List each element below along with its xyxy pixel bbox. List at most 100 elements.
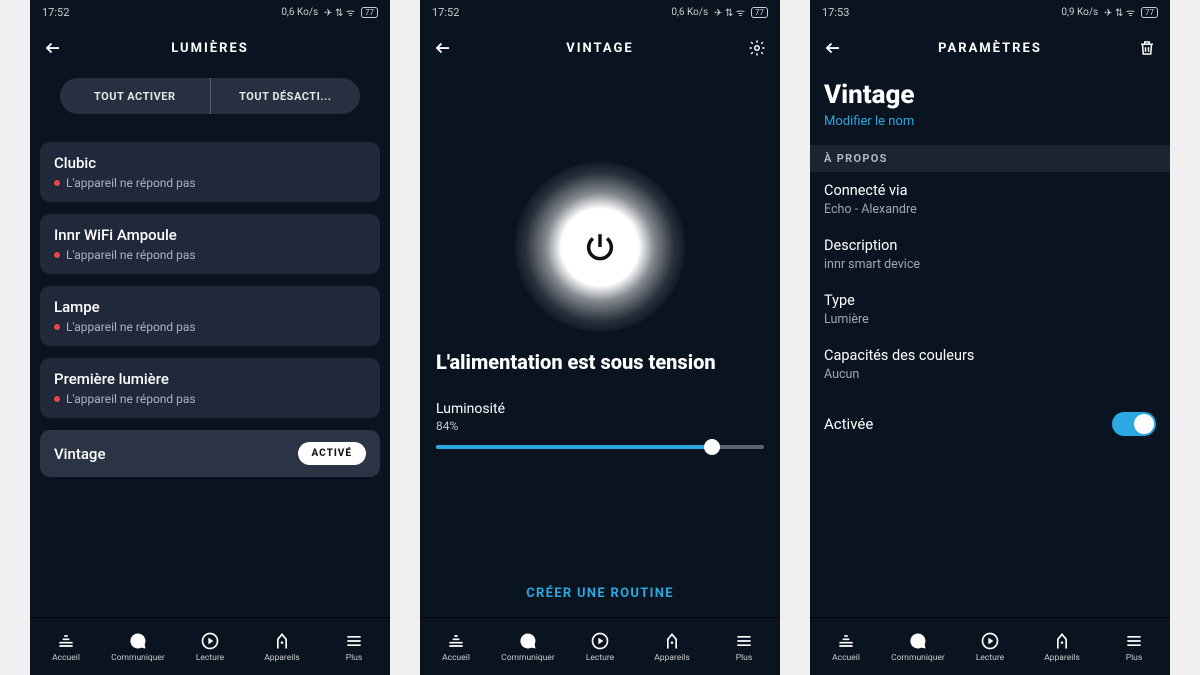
screen-device-control: 17:52 0,6 Ko/s ✈ ⇅ ᯤ 77 VINTAGE L'alimen…: [420, 0, 780, 675]
about-row: Capacités des couleurs Aucun: [810, 337, 1170, 392]
device-status: L'appareil ne répond pas: [66, 248, 196, 262]
status-rate: 0,9 Ko/s: [1061, 7, 1098, 18]
nav-home[interactable]: Accueil: [30, 618, 102, 675]
bottom-nav: Accueil Communiquer Lecture Appareils Pl…: [420, 617, 780, 675]
brightness-slider[interactable]: [436, 445, 764, 449]
device-status: L'appareil ne répond pas: [66, 392, 196, 406]
about-header: À PROPOS: [810, 145, 1170, 172]
device-name: Première lumière: [54, 370, 196, 388]
row-value: Echo - Alexandre: [824, 202, 1156, 217]
bottom-nav: Accueil Communiquer Lecture Appareils Pl…: [810, 617, 1170, 675]
device-card[interactable]: Première lumière L'appareil ne répond pa…: [40, 358, 380, 418]
nav-devices[interactable]: Appareils: [246, 618, 318, 675]
device-card[interactable]: Vintage ACTIVÉ: [40, 430, 380, 477]
menu-icon: [344, 631, 364, 651]
home-icon: [836, 631, 856, 651]
offline-dot-icon: [54, 252, 60, 258]
status-time: 17:52: [432, 6, 459, 19]
row-value: innr smart device: [824, 257, 1156, 272]
menu-icon: [1124, 631, 1144, 651]
power-button[interactable]: [515, 162, 685, 332]
battery-icon: 77: [361, 7, 378, 18]
page-title: LUMIÈRES: [171, 41, 249, 56]
device-status: L'appareil ne répond pas: [66, 320, 196, 334]
device-name: Clubic: [54, 154, 196, 172]
gear-icon[interactable]: [748, 39, 766, 57]
row-label: Capacités des couleurs: [824, 347, 1156, 364]
status-bar: 17:52 0,6 Ko/s ✈ ⇅ ᯤ 77: [30, 0, 390, 24]
create-routine-button[interactable]: CRÉER UNE ROUTINE: [430, 586, 770, 601]
chat-icon: [128, 631, 148, 651]
about-row: Connecté via Echo - Alexandre: [810, 172, 1170, 227]
play-icon: [200, 631, 220, 651]
device-status: L'appareil ne répond pas: [66, 176, 196, 190]
back-icon[interactable]: [44, 39, 62, 57]
nav-communicate[interactable]: Communiquer: [102, 618, 174, 675]
device-card[interactable]: Innr WiFi Ampoule L'appareil ne répond p…: [40, 214, 380, 274]
back-icon[interactable]: [434, 39, 452, 57]
page-title: VINTAGE: [566, 41, 633, 56]
status-bar: 17:52 0,6 Ko/s ✈ ⇅ ᯤ 77: [420, 0, 780, 24]
power-status-label: L'alimentation est sous tension: [436, 350, 716, 375]
offline-dot-icon: [54, 180, 60, 186]
device-card[interactable]: Lampe L'appareil ne répond pas: [40, 286, 380, 346]
status-icons: ✈ ⇅ ᯤ: [714, 5, 745, 19]
row-label: Description: [824, 237, 1156, 254]
header: LUMIÈRES: [30, 24, 390, 72]
device-name: Vintage: [54, 445, 105, 463]
play-icon: [980, 631, 1000, 651]
battery-icon: 77: [751, 7, 768, 18]
nav-more[interactable]: Plus: [1098, 618, 1170, 675]
row-value: Aucun: [824, 367, 1156, 382]
play-icon: [590, 631, 610, 651]
device-name: Lampe: [54, 298, 196, 316]
nav-devices[interactable]: Appareils: [1026, 618, 1098, 675]
brightness-value: 84%: [436, 419, 764, 433]
offline-dot-icon: [54, 324, 60, 330]
status-rate: 0,6 Ko/s: [671, 7, 708, 18]
status-rate: 0,6 Ko/s: [281, 7, 318, 18]
devices-icon: [662, 631, 682, 651]
row-label: Type: [824, 292, 1156, 309]
active-badge[interactable]: ACTIVÉ: [298, 442, 367, 465]
slider-thumb-icon[interactable]: [704, 439, 720, 455]
edit-name-link[interactable]: Modifier le nom: [824, 114, 1156, 129]
status-time: 17:53: [822, 6, 849, 19]
bottom-nav: Accueil Communiquer Lecture Appareils Pl…: [30, 617, 390, 675]
nav-communicate[interactable]: Communiquer: [882, 618, 954, 675]
chat-icon: [518, 631, 538, 651]
back-icon[interactable]: [824, 39, 842, 57]
row-value: Lumière: [824, 312, 1156, 327]
nav-home[interactable]: Accueil: [420, 618, 492, 675]
segment-all-off[interactable]: TOUT DÉSACTI...: [211, 78, 361, 114]
chat-icon: [908, 631, 928, 651]
status-icons: ✈ ⇅ ᯤ: [1104, 5, 1135, 19]
header: PARAMÈTRES: [810, 24, 1170, 72]
brightness-label: Luminosité: [436, 401, 764, 417]
row-label: Connecté via: [824, 182, 1156, 199]
nav-play[interactable]: Lecture: [174, 618, 246, 675]
segment-control[interactable]: TOUT ACTIVER TOUT DÉSACTI...: [60, 78, 360, 114]
segment-all-on[interactable]: TOUT ACTIVER: [60, 78, 211, 114]
trash-icon[interactable]: [1138, 39, 1156, 57]
home-icon: [56, 631, 76, 651]
nav-more[interactable]: Plus: [708, 618, 780, 675]
status-icons: ✈ ⇅ ᯤ: [324, 5, 355, 19]
device-card[interactable]: Clubic L'appareil ne répond pas: [40, 142, 380, 202]
nav-play[interactable]: Lecture: [954, 618, 1026, 675]
power-icon: [583, 230, 617, 264]
nav-more[interactable]: Plus: [318, 618, 390, 675]
home-icon: [446, 631, 466, 651]
nav-communicate[interactable]: Communiquer: [492, 618, 564, 675]
about-row: Description innr smart device: [810, 227, 1170, 282]
status-bar: 17:53 0,9 Ko/s ✈ ⇅ ᯤ 77: [810, 0, 1170, 24]
enabled-toggle[interactable]: [1112, 412, 1156, 436]
nav-play[interactable]: Lecture: [564, 618, 636, 675]
device-title: Vintage: [824, 80, 1156, 110]
offline-dot-icon: [54, 396, 60, 402]
status-time: 17:52: [42, 6, 69, 19]
screen-settings: 17:53 0,9 Ko/s ✈ ⇅ ᯤ 77 PARAMÈTRES Vinta…: [810, 0, 1170, 675]
nav-devices[interactable]: Appareils: [636, 618, 708, 675]
devices-icon: [272, 631, 292, 651]
nav-home[interactable]: Accueil: [810, 618, 882, 675]
